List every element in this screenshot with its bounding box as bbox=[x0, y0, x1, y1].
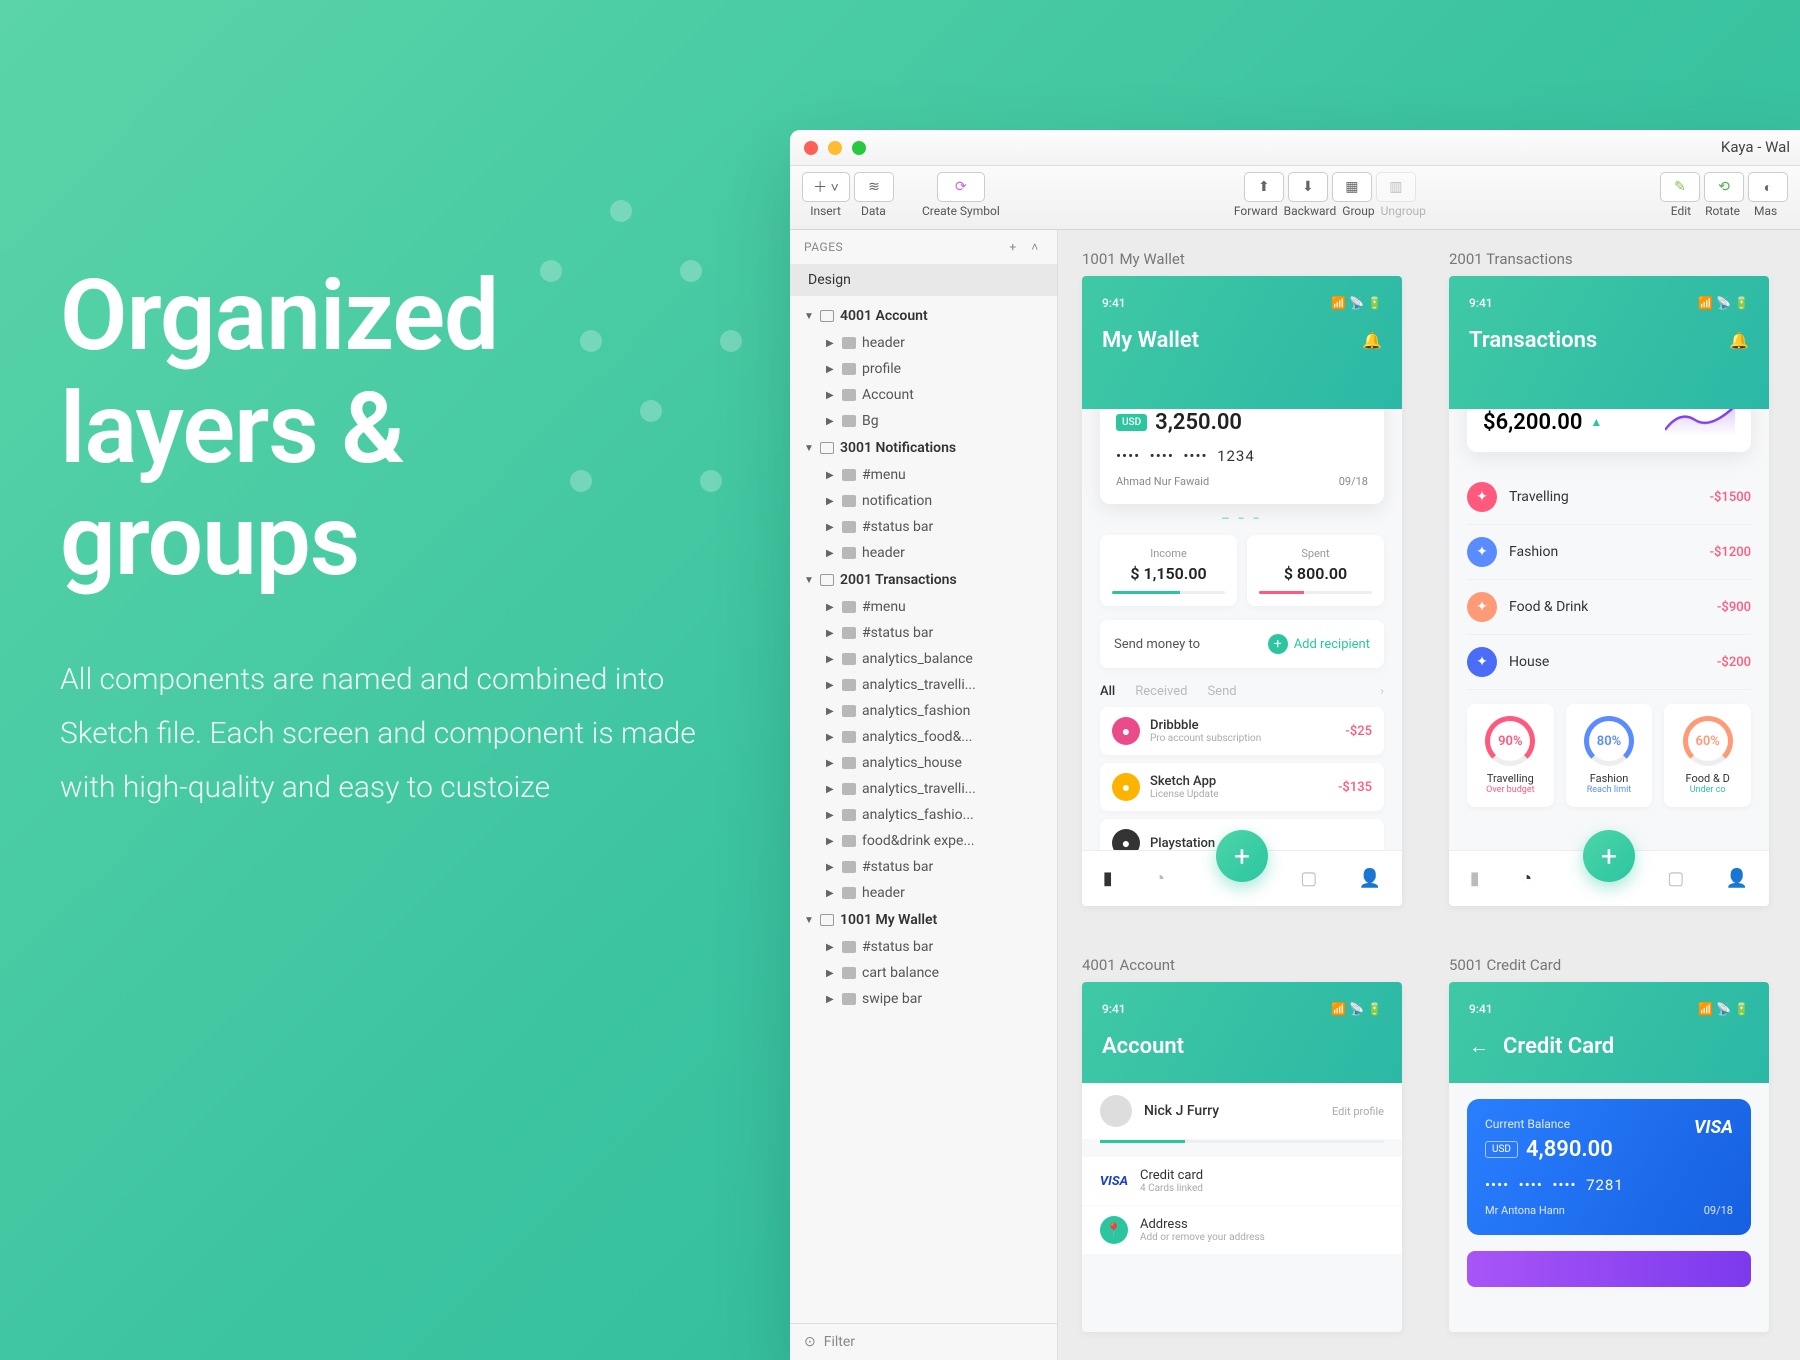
tab-all[interactable]: All bbox=[1100, 684, 1115, 699]
window-title: Kaya - Wal bbox=[1721, 138, 1790, 156]
sketch-window: Kaya - Wal ＋ ˅ ≋ InsertData ⟳ Create Sym… bbox=[790, 130, 1800, 1360]
layer-item[interactable]: ▶header bbox=[790, 880, 1057, 906]
hero-desc: All components are named and combined in… bbox=[60, 653, 710, 815]
budget-ring[interactable]: 80%FashionReach limit bbox=[1566, 704, 1653, 807]
layer-item[interactable]: ▶#status bar bbox=[790, 620, 1057, 646]
tab-send[interactable]: Send bbox=[1207, 684, 1236, 699]
canvas[interactable]: 1001 My Wallet 9:41📶 📡 🔋 My Wallet🔔 Curr… bbox=[1058, 230, 1800, 1360]
tab-notif-icon[interactable]: ▢ bbox=[1300, 868, 1317, 889]
tab-wallet-icon[interactable]: ▮ bbox=[1470, 868, 1480, 889]
artboard-transactions[interactable]: 2001 Transactions 9:41📶 📡 🔋 Transactions… bbox=[1449, 250, 1776, 906]
budget-ring[interactable]: 60%Food & DUnder co bbox=[1664, 704, 1751, 807]
trend-up-icon: ▲ bbox=[1590, 415, 1602, 429]
credit-card[interactable]: VISA Current Balance USD4,890.00 •••• ••… bbox=[1467, 1099, 1751, 1235]
back-arrow-icon[interactable]: ← bbox=[1469, 1034, 1489, 1059]
layer-item[interactable]: ▶#menu bbox=[790, 594, 1057, 620]
category-item[interactable]: ✦Food & Drink-$900 bbox=[1467, 580, 1751, 635]
budget-ring[interactable]: 90%TravellingOver budget bbox=[1467, 704, 1554, 807]
account-info-row[interactable]: VISACredit card4 Cards linked bbox=[1082, 1157, 1402, 1205]
income-stat[interactable]: Income$ 1,150.00 bbox=[1100, 535, 1237, 606]
create-symbol-button[interactable]: ⟳ bbox=[937, 172, 985, 202]
minimize-icon[interactable] bbox=[828, 141, 842, 155]
status-icons: 📶 📡 🔋 bbox=[1331, 296, 1382, 310]
layer-item[interactable]: ▶header bbox=[790, 540, 1057, 566]
page-item[interactable]: Design bbox=[790, 264, 1057, 296]
layer-item[interactable]: ▶food&drink expe... bbox=[790, 828, 1057, 854]
window-chrome: Kaya - Wal bbox=[790, 130, 1800, 166]
add-recipient-button[interactable]: +Add recipient bbox=[1268, 634, 1370, 654]
category-item[interactable]: ✦Fashion-$1200 bbox=[1467, 525, 1751, 580]
category-item[interactable]: ✦House-$200 bbox=[1467, 635, 1751, 690]
pager-dots: — – – bbox=[1082, 514, 1402, 525]
tab-profile-icon[interactable]: 👤 bbox=[1359, 868, 1381, 889]
avatar bbox=[1100, 1095, 1132, 1127]
layer-item[interactable]: ▶Bg bbox=[790, 408, 1057, 434]
fab-add-button[interactable]: + bbox=[1583, 830, 1635, 882]
edit-profile-link[interactable]: Edit profile bbox=[1332, 1105, 1384, 1118]
edit-button[interactable]: ✎ bbox=[1660, 172, 1700, 202]
forward-button[interactable]: ⬆ bbox=[1244, 172, 1284, 202]
layer-item[interactable]: ▶#status bar bbox=[790, 934, 1057, 960]
layer-item[interactable]: ▶analytics_fashion bbox=[790, 698, 1057, 724]
layer-item[interactable]: ▶analytics_travelli... bbox=[790, 776, 1057, 802]
hero-title: Organized layers & groups bbox=[60, 260, 710, 598]
fab-add-button[interactable]: + bbox=[1216, 830, 1268, 882]
group-button[interactable]: ▦ bbox=[1332, 172, 1372, 202]
tab-received[interactable]: Received bbox=[1135, 684, 1187, 699]
ungroup-button[interactable]: ▥ bbox=[1376, 172, 1416, 202]
collapse-pages-icon[interactable]: ˄ bbox=[1027, 240, 1043, 254]
maximize-icon[interactable] bbox=[852, 141, 866, 155]
layer-item[interactable]: ▶notification bbox=[790, 488, 1057, 514]
close-icon[interactable] bbox=[804, 141, 818, 155]
artboard-wallet[interactable]: 1001 My Wallet 9:41📶 📡 🔋 My Wallet🔔 Curr… bbox=[1082, 250, 1409, 906]
tab-chart-icon[interactable]: ◔ bbox=[1521, 868, 1532, 889]
pages-header: PAGES + ˄ bbox=[790, 230, 1057, 264]
send-money-row[interactable]: Send money to +Add recipient bbox=[1100, 620, 1384, 668]
rotate-button[interactable]: ⟲ bbox=[1704, 172, 1744, 202]
layer-item[interactable]: ▶analytics_food&... bbox=[790, 724, 1057, 750]
bell-icon[interactable]: 🔔 bbox=[1729, 331, 1749, 350]
transaction-item[interactable]: ●Sketch AppLicense Update-$135 bbox=[1100, 763, 1384, 811]
layer-panel: PAGES + ˄ Design ▼4001 Account▶header▶pr… bbox=[790, 230, 1058, 1360]
add-page-icon[interactable]: + bbox=[1005, 240, 1021, 254]
category-item[interactable]: ✦Travelling-$1500 bbox=[1467, 470, 1751, 525]
tab-wallet-icon[interactable]: ▮ bbox=[1103, 868, 1113, 889]
layer-group[interactable]: ▼2001 Transactions bbox=[790, 566, 1057, 594]
layer-item[interactable]: ▶cart balance bbox=[790, 960, 1057, 986]
artboard-account[interactable]: 4001 Account 9:41📶 📡 🔋 Account Nick J Fu… bbox=[1082, 956, 1409, 1332]
layer-group[interactable]: ▼3001 Notifications bbox=[790, 434, 1057, 462]
layer-item[interactable]: ▶profile bbox=[790, 356, 1057, 382]
layer-group[interactable]: ▼1001 My Wallet bbox=[790, 906, 1057, 934]
layer-item[interactable]: ▶Account bbox=[790, 382, 1057, 408]
mask-button[interactable]: ◐ bbox=[1748, 172, 1788, 202]
tab-notif-icon[interactable]: ▢ bbox=[1667, 868, 1684, 889]
data-button[interactable]: ≋ bbox=[854, 172, 894, 202]
layer-item[interactable]: ▶#menu bbox=[790, 462, 1057, 488]
layer-group[interactable]: ▼4001 Account bbox=[790, 302, 1057, 330]
layer-item[interactable]: ▶analytics_travelli... bbox=[790, 672, 1057, 698]
currency-tag: USD bbox=[1116, 414, 1147, 431]
layer-item[interactable]: ▶analytics_house bbox=[790, 750, 1057, 776]
backward-button[interactable]: ⬇ bbox=[1288, 172, 1328, 202]
layer-item[interactable]: ▶swipe bar bbox=[790, 986, 1057, 1012]
transaction-item[interactable]: ●DribbblePro account subscription-$25 bbox=[1100, 707, 1384, 755]
account-info-row[interactable]: 📍AddressAdd or remove your address bbox=[1082, 1206, 1402, 1254]
toolbar: ＋ ˅ ≋ InsertData ⟳ Create Symbol ⬆ ⬇ ▦ ▥… bbox=[790, 166, 1800, 230]
insert-button[interactable]: ＋ ˅ bbox=[802, 172, 850, 202]
layer-item[interactable]: ▶#status bar bbox=[790, 854, 1057, 880]
chevron-right-icon[interactable]: › bbox=[1380, 684, 1384, 699]
bell-icon[interactable]: 🔔 bbox=[1362, 331, 1382, 350]
layer-item[interactable]: ▶header bbox=[790, 330, 1057, 356]
layer-item[interactable]: ▶analytics_balance bbox=[790, 646, 1057, 672]
artboard-credit-card[interactable]: 5001 Credit Card 9:41📶 📡 🔋 ←Credit Card … bbox=[1449, 956, 1776, 1332]
layer-item[interactable]: ▶#status bar bbox=[790, 514, 1057, 540]
spent-stat[interactable]: Spent$ 800.00 bbox=[1247, 535, 1384, 606]
filter-input[interactable]: ⊙ Filter bbox=[790, 1323, 1057, 1360]
tab-profile-icon[interactable]: 👤 bbox=[1726, 868, 1748, 889]
filter-icon: ⊙ bbox=[804, 1334, 816, 1350]
layer-item[interactable]: ▶analytics_fashio... bbox=[790, 802, 1057, 828]
profile-row[interactable]: Nick J Furry Edit profile bbox=[1082, 1083, 1402, 1139]
primary-action-button[interactable] bbox=[1467, 1251, 1751, 1287]
tab-chart-icon[interactable]: ◔ bbox=[1154, 868, 1165, 889]
